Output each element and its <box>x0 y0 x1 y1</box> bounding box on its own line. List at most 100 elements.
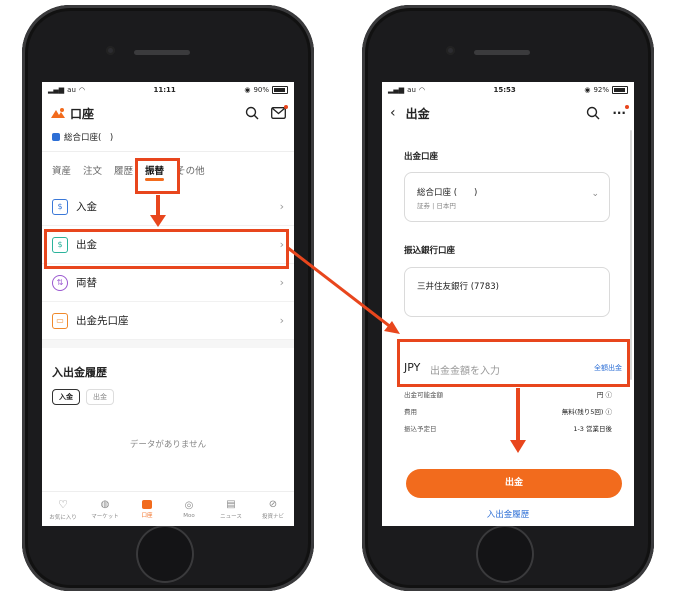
info-icon[interactable]: ⓘ <box>606 391 613 399</box>
menu-item-exchange[interactable]: ⇅ 両替 › <box>42 264 294 302</box>
status-bar: ▂▄▆ au ◠ 15:53 ◉ 92% <box>382 82 634 98</box>
menu-item-label: 出金先口座 <box>76 315 129 327</box>
clock: 11:11 <box>153 86 176 94</box>
withdraw-account-label: 出金口座 <box>404 152 439 162</box>
arrowhead-annotation <box>150 215 166 227</box>
alarm-icon: ◉ <box>244 86 251 94</box>
arrow-down-annotation <box>516 388 520 441</box>
nav-label: Moo <box>183 512 195 519</box>
detail-fee: 費用 無料(残り5回) ⓘ <box>392 402 624 419</box>
notification-dot <box>625 105 629 109</box>
detail-value-text: 無料(残り5回) <box>561 407 604 416</box>
mail-icon[interactable] <box>271 105 288 119</box>
carrier-label: au <box>67 86 76 94</box>
arrowhead-annotation <box>510 440 526 453</box>
tab-orders[interactable]: 注文 <box>83 163 102 177</box>
account-badge-icon <box>52 133 60 141</box>
page-title: 口座 <box>70 106 95 121</box>
wifi-icon: ◠ <box>78 86 85 94</box>
withdraw-header: ‹ 出金 ··· <box>382 98 634 128</box>
wallet-icon <box>142 499 152 509</box>
planet-icon: ◍ <box>100 498 110 510</box>
menu-item-label: 両替 <box>76 277 97 289</box>
nav-market[interactable]: ◍ マーケット <box>84 492 126 526</box>
left-phone-frame: ▂▄▆ au ◠ 11:11 ◉ 90% 口座 総合口座( ) 資産 注文 履歴… <box>22 5 314 591</box>
battery-icon <box>612 86 628 94</box>
nav-invest-navi[interactable]: ⊘ 投資ナビ <box>252 492 294 526</box>
right-screen: ▂▄▆ au ◠ 15:53 ◉ 92% ‹ 出金 ··· 出金口座 総合口座 ( )… <box>382 82 634 526</box>
nav-news[interactable]: ▤ ニュース <box>210 492 252 526</box>
tab-other[interactable]: その他 <box>176 163 205 177</box>
bank-account-value: 三井住友銀行 (7783) <box>417 282 499 292</box>
nav-label: 投資ナビ <box>261 513 284 520</box>
chevron-right-icon: › <box>279 314 284 327</box>
heart-icon: ♡ <box>58 497 68 511</box>
withdraw-account-sub: 証券 | 日本円 <box>417 202 456 210</box>
withdraw-submit-button[interactable]: 出金 <box>406 469 622 498</box>
nav-label: 口座 <box>141 512 153 519</box>
detail-available: 出金可能金額 円 ⓘ <box>392 385 624 402</box>
bottom-nav: ♡ お気に入り ◍ マーケット 口座 ◎ Moo ▤ ニュース ⊘ 投資ナビ <box>42 491 294 526</box>
clock: 15:53 <box>493 86 516 94</box>
chevron-right-icon: › <box>279 200 284 213</box>
tab-assets[interactable]: 資産 <box>52 163 71 177</box>
withdraw-account-value: 総合口座 ( ) <box>417 188 478 198</box>
menu-item-payout-account[interactable]: ▭ 出金先口座 › <box>42 302 294 340</box>
home-button[interactable] <box>476 525 534 583</box>
battery-percent: 92% <box>593 86 609 94</box>
bank-card-icon: ▭ <box>52 312 68 329</box>
nav-account[interactable]: 口座 <box>126 492 168 526</box>
nav-label: お気に入り <box>49 514 77 521</box>
highlight-amount-input <box>397 339 630 387</box>
search-icon[interactable] <box>586 106 600 120</box>
more-options-icon[interactable]: ··· <box>612 105 629 120</box>
notification-dot <box>284 105 288 109</box>
exchange-icon: ⇅ <box>52 274 68 291</box>
chip-withdraw[interactable]: 出金 <box>86 389 114 405</box>
bank-account-field[interactable]: 三井住友銀行 (7783) <box>404 267 610 317</box>
front-camera <box>106 46 115 55</box>
signal-icon: ▂▄▆ <box>388 86 405 94</box>
left-screen: ▂▄▆ au ◠ 11:11 ◉ 90% 口座 総合口座( ) 資産 注文 履歴… <box>42 82 294 526</box>
news-icon: ▤ <box>226 498 236 510</box>
home-button[interactable] <box>136 525 194 583</box>
right-phone-frame: ▂▄▆ au ◠ 15:53 ◉ 92% ‹ 出金 ··· 出金口座 総合口座 ( )… <box>362 5 654 591</box>
status-bar: ▂▄▆ au ◠ 11:11 ◉ 90% <box>42 82 294 98</box>
chevron-right-icon: › <box>279 276 284 289</box>
arrow-down-annotation <box>156 195 160 216</box>
chip-deposit[interactable]: 入金 <box>52 389 80 405</box>
detail-value: 円 ⓘ <box>597 389 612 399</box>
menu-item-label: 入金 <box>76 201 97 213</box>
scroll-indicator <box>630 130 632 380</box>
earpiece-speaker <box>134 50 190 55</box>
battery-percent: 90% <box>253 86 269 94</box>
detail-transfer-date: 振込予定日 1-3 営業日後 <box>392 419 624 436</box>
nav-favorites[interactable]: ♡ お気に入り <box>42 492 84 526</box>
detail-key: 出金可能金額 <box>404 390 443 399</box>
battery-icon <box>272 86 288 94</box>
highlight-withdraw-row <box>44 229 289 269</box>
account-header: 口座 <box>42 98 294 128</box>
info-icon[interactable]: ⓘ <box>606 408 613 416</box>
earpiece-speaker <box>474 50 530 55</box>
section-gap <box>42 340 294 348</box>
deposit-icon: $ <box>52 198 68 215</box>
search-icon[interactable] <box>245 106 259 120</box>
tab-history[interactable]: 履歴 <box>114 163 133 177</box>
history-section-title: 入出金履歴 <box>52 366 107 379</box>
empty-state-text: データがありません <box>129 440 207 450</box>
wifi-icon: ◠ <box>418 86 425 94</box>
withdraw-details: 出金可能金額 円 ⓘ 費用 無料(残り5回) ⓘ 振込予定日 1-3 営業日後 <box>392 385 624 436</box>
nav-moo[interactable]: ◎ Moo <box>168 492 210 526</box>
account-name: 総合口座( ) <box>64 133 114 143</box>
carrier-label: au <box>407 86 416 94</box>
history-link[interactable]: 入出金履歴 <box>382 508 634 520</box>
back-arrow-icon[interactable]: ‹ <box>390 105 396 121</box>
alarm-icon: ◉ <box>584 86 591 94</box>
page-title: 出金 <box>405 106 430 121</box>
withdraw-account-select[interactable]: 総合口座 ( ) 証券 | 日本円 ⌄ <box>404 172 610 222</box>
history-filter-chips: 入金 出金 <box>42 389 294 405</box>
account-selector[interactable]: 総合口座( ) <box>42 128 294 146</box>
bank-account-label: 振込銀行口座 <box>404 246 456 256</box>
highlight-tab-transfer <box>135 158 180 194</box>
